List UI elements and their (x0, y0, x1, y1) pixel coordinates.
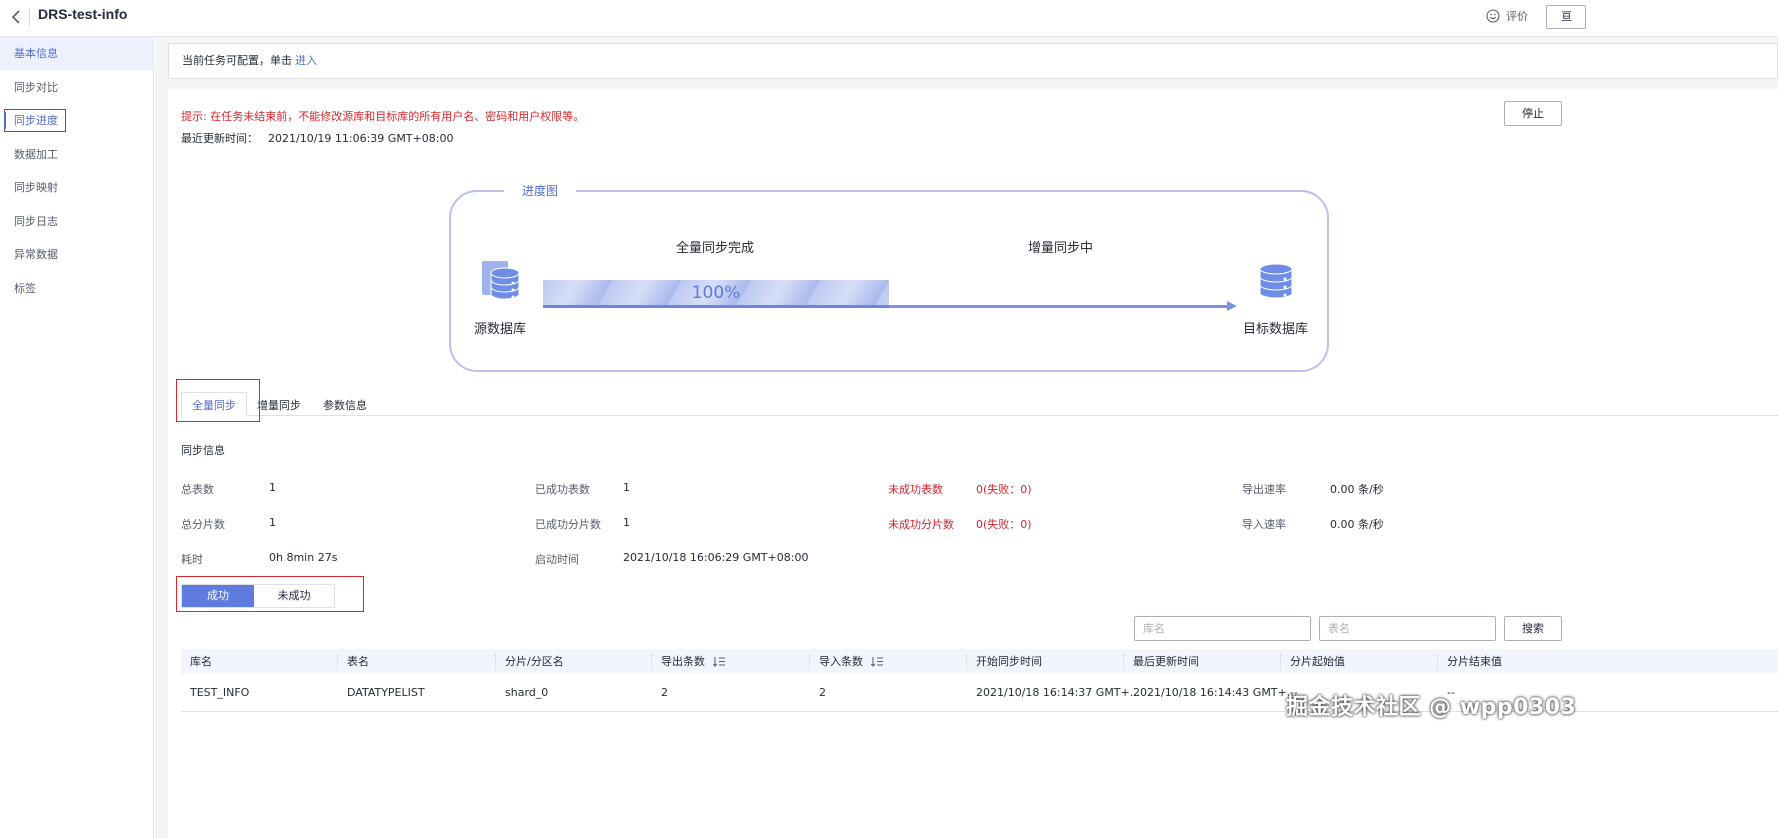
sidebar-item-label: 标签 (14, 282, 36, 295)
column-header: 表名 (347, 655, 369, 668)
sidebar: 基本信息 同步对比 同步进度 数据加工 同步映射 同步日志 异常数据 标签 (0, 37, 154, 838)
sidebar-item-sync-compare[interactable]: 同步对比 (0, 71, 153, 104)
table-cell: 2021/10/18 16:14:43 GMT+... (1133, 686, 1298, 699)
warning-tip: 提示: 在任务未结束前，不能修改源库和目标库的所有用户名、密码和用户权限等。 (181, 110, 585, 123)
stat-label: 导入速率 (1242, 518, 1286, 531)
sidebar-item-label: 同步日志 (14, 215, 58, 228)
table-cell: shard_0 (505, 686, 549, 699)
stat-value: 0.00 条/秒 (1330, 518, 1384, 531)
table-header: 库名 表名 分片/分区名 导出条数 导入条数 开始同步时间 最后更新时间 分片起… (181, 649, 1778, 674)
config-notice: 当前任务可配置，单击 进入 (168, 43, 1778, 79)
search-button[interactable]: 搜索 (1504, 616, 1562, 641)
column-header: 开始同步时间 (976, 655, 1042, 668)
stat-label: 未成功表数 (888, 483, 943, 496)
sidebar-item-tags[interactable]: 标签 (0, 272, 153, 305)
sidebar-item-label: 数据加工 (14, 148, 58, 161)
stage-full-sync: 全量同步完成 (676, 241, 755, 256)
column-header-label: 导入条数 (819, 655, 863, 668)
stat-value: 1 (623, 481, 630, 494)
progress-title: 进度图 (504, 182, 576, 199)
sidebar-item-sync-log[interactable]: 同步日志 (0, 205, 153, 238)
table-cell: 2021/10/18 16:14:37 GMT+... (976, 686, 1141, 699)
stat-value: 0(失败：0) (976, 518, 1032, 531)
sidebar-item-label: 同步对比 (14, 81, 58, 94)
highlight-box (4, 109, 66, 132)
rate-button[interactable]: 评价 (1486, 8, 1528, 24)
stat-label: 已成功表数 (535, 483, 590, 496)
active-indicator (4, 112, 6, 129)
sidebar-item-sync-mapping[interactable]: 同步映射 (0, 171, 153, 204)
back-arrow-icon[interactable] (9, 9, 25, 25)
stat-label: 总表数 (181, 483, 214, 496)
stat-value: 1 (269, 516, 276, 529)
column-header: 分片/分区名 (505, 655, 564, 668)
smile-icon (1486, 9, 1500, 23)
sidebar-item-label: 同步映射 (14, 181, 58, 194)
watermark: 掘金技术社区 @ wpp0303 (1286, 695, 1577, 720)
stat-value: 1 (269, 481, 276, 494)
incremental-track (889, 305, 1229, 308)
sort-icon[interactable] (713, 657, 725, 667)
table-name-input[interactable] (1319, 616, 1496, 641)
column-header: 库名 (190, 655, 212, 668)
column-header-sortable[interactable]: 导入条数 (810, 649, 883, 674)
table-cell: 2 (819, 686, 826, 699)
table-cell: TEST_INFO (190, 686, 250, 699)
stat-label: 未成功分片数 (888, 518, 954, 531)
notice-text: 当前任务可配置，单击 (182, 54, 292, 67)
column-header-label: 导出条数 (661, 655, 705, 668)
column-header: 分片结束值 (1447, 655, 1502, 668)
highlight-box (176, 379, 260, 422)
stat-label: 耗时 (181, 553, 203, 566)
sidebar-item-basic-info[interactable]: 基本信息 (0, 37, 153, 70)
highlight-box (176, 576, 364, 612)
stage-incremental-sync: 增量同步中 (1028, 241, 1094, 256)
sidebar-item-label: 异常数据 (14, 248, 58, 261)
table-cell: DATATYPELIST (347, 686, 425, 699)
tab-incremental-sync[interactable]: 增量同步 (257, 397, 301, 413)
top-right-button[interactable]: 亘 (1546, 5, 1586, 29)
stat-label: 导出速率 (1242, 483, 1286, 496)
target-db-label: 目标数据库 (1243, 322, 1309, 337)
stat-label: 总分片数 (181, 518, 225, 531)
arrow-right-icon (1227, 301, 1237, 311)
section-title: 同步信息 (181, 444, 225, 457)
stat-label: 已成功分片数 (535, 518, 601, 531)
source-database-icon (482, 261, 520, 300)
last-updated-value: 2021/10/19 11:06:39 GMT+08:00 (268, 132, 454, 145)
sidebar-item-data-processing[interactable]: 数据加工 (0, 138, 153, 171)
stop-button[interactable]: 停止 (1504, 101, 1562, 126)
source-db-label: 源数据库 (474, 322, 527, 337)
progress-percent: 100% (691, 283, 741, 303)
table-cell: 2 (661, 686, 668, 699)
stat-value: 2021/10/18 16:06:29 GMT+08:00 (623, 551, 809, 564)
last-updated: 最近更新时间： 2021/10/19 11:06:39 GMT+08:00 (181, 130, 453, 146)
sort-icon[interactable] (871, 657, 883, 667)
rate-label: 评价 (1506, 10, 1528, 23)
sidebar-item-label: 基本信息 (14, 47, 58, 60)
column-header-sortable[interactable]: 导出条数 (652, 649, 725, 674)
enter-link[interactable]: 进入 (295, 54, 317, 67)
stat-value: 0h 8min 27s (269, 551, 338, 564)
target-database-icon (1259, 263, 1293, 299)
stat-value: 0(失败：0) (976, 483, 1032, 496)
tabs-divider (181, 415, 1778, 416)
stat-value: 0.00 条/秒 (1330, 483, 1384, 496)
last-updated-label: 最近更新时间： (181, 132, 258, 145)
top-bar: DRS-test-info 评价 亘 (0, 0, 1778, 37)
stat-label: 启动时间 (535, 553, 579, 566)
stat-value: 1 (623, 516, 630, 529)
db-name-input[interactable] (1134, 616, 1311, 641)
sidebar-item-abnormal-data[interactable]: 异常数据 (0, 238, 153, 271)
tab-parameter-info[interactable]: 参数信息 (323, 397, 367, 413)
page-title: DRS-test-info (38, 6, 128, 22)
divider (29, 8, 30, 26)
column-header: 最后更新时间 (1133, 655, 1199, 668)
sidebar-item-sync-progress[interactable]: 同步进度 (0, 104, 153, 137)
column-header: 分片起始值 (1290, 655, 1345, 668)
